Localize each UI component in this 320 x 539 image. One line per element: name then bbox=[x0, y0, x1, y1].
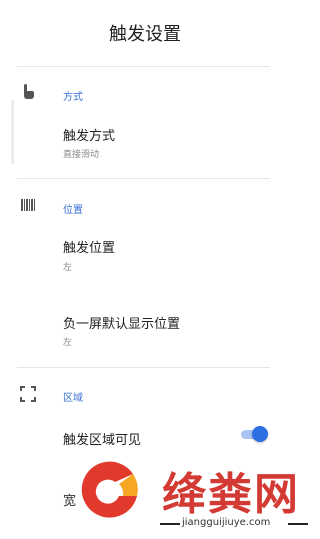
section-label-mode: 方式 bbox=[63, 92, 83, 103]
section-label-area: 区域 bbox=[63, 393, 83, 404]
watermark-logo-icon bbox=[81, 461, 138, 518]
area-visible-toggle[interactable] bbox=[241, 426, 268, 442]
pref-summary: 左 bbox=[63, 338, 73, 348]
pref-title: 触发区域可见 bbox=[63, 433, 142, 448]
watermark-text: 绛粪网 bbox=[162, 469, 300, 520]
divider bbox=[17, 66, 270, 67]
divider bbox=[17, 178, 270, 179]
page-title: 触发设置 bbox=[109, 24, 181, 45]
fullscreen-corners-icon bbox=[20, 386, 36, 402]
barcode-icon bbox=[21, 199, 35, 211]
watermark-url: jiangguijiuye.com bbox=[182, 517, 271, 528]
pref-summary: 左 bbox=[63, 263, 73, 273]
section-label-position: 位置 bbox=[63, 205, 83, 216]
pref-summary: 直接滑动 bbox=[63, 150, 100, 160]
divider bbox=[160, 523, 180, 525]
pref-trigger-position[interactable]: 触发位置 左 bbox=[0, 228, 290, 288]
pref-trigger-mode[interactable]: 触发方式 直接滑动 bbox=[0, 115, 290, 175]
watermark-url-row: jiangguijiuye.com bbox=[160, 517, 308, 529]
toggle-thumb bbox=[252, 426, 268, 442]
pref-title: 负一屏默认显示位置 bbox=[63, 317, 181, 332]
pref-title: 触发方式 bbox=[63, 129, 116, 144]
watermark: 绛粪网 jiangguijiuye.com bbox=[70, 448, 320, 539]
divider bbox=[17, 367, 270, 368]
touch-gesture-icon bbox=[24, 84, 34, 99]
divider bbox=[288, 523, 308, 525]
pref-title: 触发位置 bbox=[63, 241, 116, 256]
pref-default-display-position[interactable]: 负一屏默认显示位置 左 bbox=[0, 306, 290, 366]
